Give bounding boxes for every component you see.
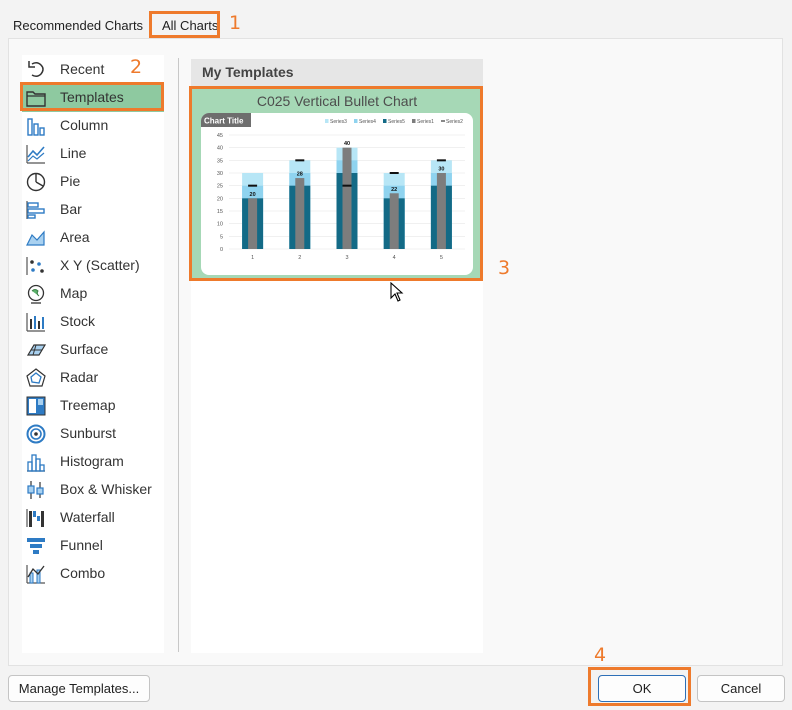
sidebar-item-column[interactable]: Column — [22, 112, 164, 140]
sidebar-item-surface[interactable]: Surface — [22, 336, 164, 364]
sidebar-item-funnel[interactable]: Funnel — [22, 532, 164, 560]
my-templates-header: My Templates — [191, 59, 483, 86]
sidebar-item-pie[interactable]: Pie — [22, 168, 164, 196]
column-chart-icon — [27, 118, 45, 136]
funnel-chart-icon — [27, 538, 45, 554]
sidebar-item-bar[interactable]: Bar — [22, 196, 164, 224]
sidebar-item-scatter[interactable]: X Y (Scatter) — [22, 252, 164, 280]
sidebar-item-treemap[interactable]: Treemap — [22, 392, 164, 420]
sidebar-item-stock[interactable]: Stock — [22, 308, 164, 336]
recent-icon — [28, 61, 44, 78]
sidebar-item-label: Box & Whisker — [60, 481, 152, 497]
highlight-template-card — [189, 86, 483, 281]
sidebar-item-label: Map — [60, 285, 88, 301]
sidebar-item-histogram[interactable]: Histogram — [22, 448, 164, 476]
highlight-ok-button — [588, 667, 691, 706]
sidebar-divider — [178, 58, 179, 652]
sidebar-item-label: Bar — [60, 201, 82, 217]
sidebar-item-label: Stock — [60, 313, 96, 329]
sidebar-item-line[interactable]: Line — [22, 140, 164, 168]
area-chart-icon — [26, 230, 45, 246]
sidebar-item-box-whisker[interactable]: Box & Whisker — [22, 476, 164, 504]
sidebar-item-area[interactable]: Area — [22, 224, 164, 252]
chart-type-sidebar: Recent Templates Column Line Pie Bar Are… — [22, 55, 164, 653]
sidebar-item-map[interactable]: Map — [22, 280, 164, 308]
mouse-cursor-icon — [390, 282, 404, 302]
cancel-button[interactable]: Cancel — [697, 675, 785, 702]
histogram-chart-icon — [27, 454, 45, 472]
box-whisker-chart-icon — [27, 481, 44, 499]
sidebar-item-label: Column — [60, 117, 109, 133]
sidebar-item-label: Histogram — [60, 453, 124, 469]
radar-chart-icon — [26, 368, 46, 387]
step-4-label: 4 — [594, 644, 607, 666]
sidebar-item-label: Waterfall — [60, 509, 115, 525]
sidebar-item-label: Combo — [60, 565, 106, 581]
sidebar-item-label: Radar — [60, 369, 99, 385]
waterfall-chart-icon — [26, 509, 44, 527]
sidebar-item-label: Line — [60, 145, 87, 161]
combo-chart-icon — [26, 565, 45, 584]
manage-templates-button[interactable]: Manage Templates... — [8, 675, 150, 702]
step-3-label: 3 — [498, 257, 511, 279]
line-chart-icon — [26, 145, 45, 164]
sidebar-item-label: Sunburst — [60, 425, 117, 441]
sidebar-item-sunburst[interactable]: Sunburst — [22, 420, 164, 448]
sidebar-item-label: Surface — [60, 341, 109, 357]
sunburst-chart-icon — [26, 424, 46, 444]
highlight-templates — [20, 82, 164, 111]
sidebar-item-recent[interactable]: Recent — [22, 56, 164, 84]
scatter-chart-icon — [26, 257, 44, 275]
sidebar-item-combo[interactable]: Combo — [22, 560, 164, 588]
treemap-chart-icon — [26, 396, 46, 416]
map-chart-icon — [27, 284, 45, 304]
pie-chart-icon — [26, 172, 46, 192]
highlight-all-charts — [149, 11, 220, 38]
sidebar-item-label: X Y (Scatter) — [60, 257, 140, 273]
surface-chart-icon — [26, 344, 47, 356]
tab-recommended-charts[interactable]: Recommended Charts — [13, 11, 143, 41]
sidebar-item-waterfall[interactable]: Waterfall — [22, 504, 164, 532]
sidebar-item-label: Treemap — [60, 397, 116, 413]
sidebar-item-label: Pie — [60, 173, 81, 189]
bar-chart-icon — [26, 201, 45, 219]
sidebar-item-radar[interactable]: Radar — [22, 364, 164, 392]
step-1-label: 1 — [229, 12, 242, 34]
sidebar-item-label: Area — [60, 229, 90, 245]
stock-chart-icon — [26, 313, 45, 332]
sidebar-item-label: Funnel — [60, 537, 103, 553]
sidebar-item-label: Recent — [60, 61, 105, 77]
step-2-label: 2 — [130, 56, 143, 78]
